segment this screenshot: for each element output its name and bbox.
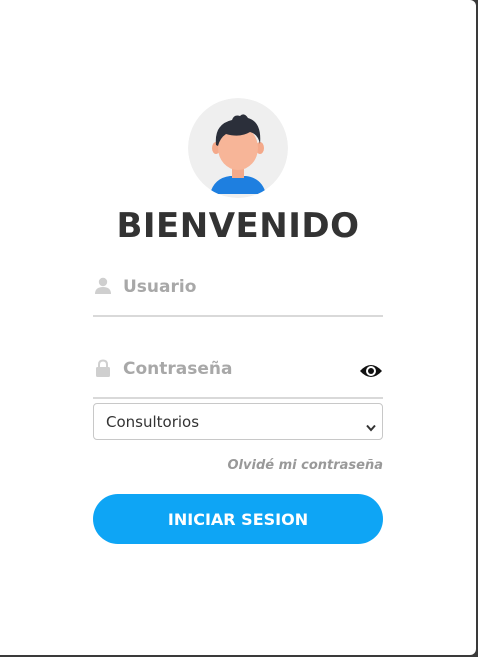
username-input[interactable]	[123, 272, 353, 302]
login-card: BIENVENIDO Consultorios	[0, 0, 476, 655]
eye-icon[interactable]	[359, 362, 383, 380]
user-avatar-icon	[188, 98, 288, 198]
page-title: BIENVENIDO	[116, 206, 360, 246]
password-field	[93, 352, 383, 399]
avatar	[188, 98, 288, 198]
user-icon	[95, 277, 111, 295]
username-field	[93, 270, 383, 317]
password-input[interactable]	[123, 354, 353, 384]
location-select-wrapper: Consultorios	[93, 403, 383, 440]
lock-icon	[95, 359, 111, 377]
location-select[interactable]: Consultorios	[93, 403, 383, 440]
forgot-password-link[interactable]: Olvidé mi contraseña	[228, 458, 384, 473]
login-button[interactable]: INICIAR SESION	[93, 494, 383, 544]
